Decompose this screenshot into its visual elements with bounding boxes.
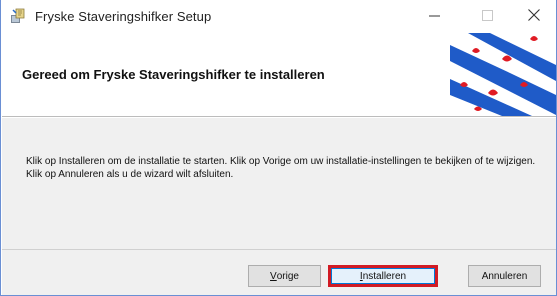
frisian-flag [450,33,556,116]
minimize-icon [428,8,440,26]
minimize-button[interactable] [411,0,457,33]
maximize-button[interactable] [464,0,510,33]
install-label: nstalleren [362,270,407,282]
page-title: Gereed om Fryske Staveringshifker te ins… [22,67,325,82]
installer-icon [10,7,27,24]
back-label: orige [276,270,299,282]
install-button[interactable]: Installeren [328,265,438,287]
back-mnemonic: V [270,270,277,282]
maximize-icon [481,8,493,26]
instruction-text: Klik op Installeren om de installatie te… [26,156,536,180]
button-bar: Vorige Installeren Annuleren [2,249,556,295]
back-button[interactable]: Vorige [248,265,321,287]
close-icon [528,8,540,26]
setup-window: Fryske Staveringshifker Setup Gereed om … [0,0,557,296]
content-area: Klik op Installeren om de installatie te… [2,118,556,249]
close-button[interactable] [511,0,557,33]
cancel-button[interactable]: Annuleren [468,265,541,287]
header-banner: Gereed om Fryske Staveringshifker te ins… [2,33,556,117]
title-bar[interactable]: Fryske Staveringshifker Setup [1,0,556,33]
window-title: Fryske Staveringshifker Setup [35,9,212,24]
install-button-focus: Installeren [331,268,435,284]
